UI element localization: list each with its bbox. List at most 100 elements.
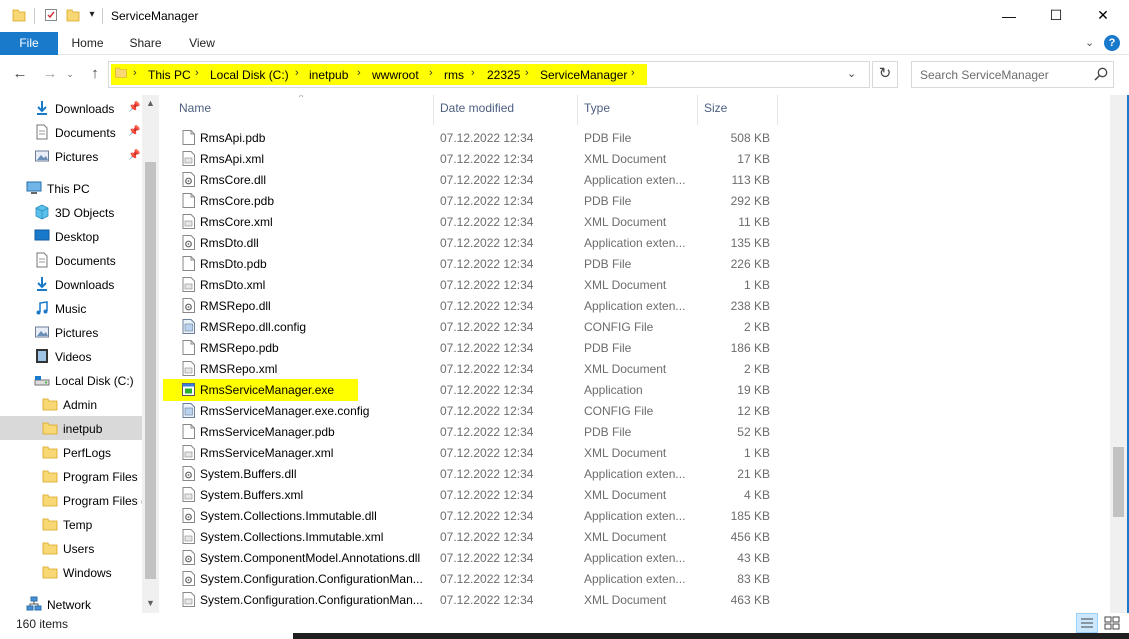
file-name: RmsCore.pdb: [200, 194, 275, 208]
sidebar-item-documents[interactable]: Documents: [34, 248, 142, 272]
customize-toolbar-dropdown-icon[interactable]: ▾: [86, 9, 98, 20]
file-row[interactable]: RMSRepo.dll 07.12.2022 12:34 Application e…: [160, 295, 1110, 316]
address-history-chevron-icon[interactable]: ⌄: [847, 67, 856, 80]
file-row[interactable]: RMSRepo.dll.config 07.12.2022 12:34 CONFIG…: [160, 316, 1110, 337]
sidebar-item-windows[interactable]: Windows: [42, 560, 142, 584]
back-arrow-icon[interactable]: ←: [10, 64, 30, 84]
breadcrumb-separator-icon[interactable]: ›: [195, 67, 199, 79]
column-header-type[interactable]: Type: [584, 101, 610, 125]
breadcrumb-inetpub[interactable]: inetpub: [309, 68, 348, 82]
sidebar-item-desktop[interactable]: Desktop: [34, 224, 142, 248]
sidebar-item-program-files[interactable]: Program Files (: [42, 488, 145, 512]
file-row[interactable]: RmsCore.pdb 07.12.2022 12:34 PDB File 292 K…: [160, 190, 1110, 211]
sidebar-item-perflogs[interactable]: PerfLogs: [42, 440, 142, 464]
file-row[interactable]: RmsServiceManager.exe.config 07.12.2022 1…: [160, 400, 1110, 421]
expand-ribbon-chevron-icon[interactable]: ⌄: [1085, 36, 1094, 49]
sidebar-item-3d-objects[interactable]: 3D Objects: [34, 200, 142, 224]
sidebar-item-this-pc[interactable]: This PC: [26, 176, 142, 200]
scroll-up-icon[interactable]: ▲: [142, 98, 159, 108]
new-folder-icon[interactable]: [66, 8, 80, 22]
breadcrumb-22325[interactable]: 22325: [487, 68, 520, 82]
sidebar-item-temp[interactable]: Temp: [42, 512, 142, 536]
breadcrumb-separator-icon[interactable]: ›: [631, 67, 635, 79]
breadcrumb-wwwroot[interactable]: wwwroot: [372, 68, 419, 82]
column-divider[interactable]: [577, 95, 578, 125]
column-header-name[interactable]: Name: [179, 101, 211, 125]
help-button[interactable]: ?: [1104, 35, 1120, 51]
file-row[interactable]: RmsDto.pdb 07.12.2022 12:34 PDB File 226 KB: [160, 253, 1110, 274]
recent-locations-chevron-icon[interactable]: ⌄: [64, 64, 76, 84]
file-row[interactable]: System.Configuration.ConfigurationMan...…: [160, 568, 1110, 589]
file-row[interactable]: System.Configuration.ConfigurationMan...…: [160, 589, 1110, 610]
search-icon[interactable]: [1093, 66, 1109, 82]
sidebar-item-videos[interactable]: Videos: [34, 344, 142, 368]
breadcrumb-this-pc[interactable]: This PC: [148, 68, 191, 82]
file-row[interactable]: RmsApi.xml 07.12.2022 12:34 XML Document 17…: [160, 148, 1110, 169]
file-row[interactable]: RmsApi.pdb 07.12.2022 12:34 PDB File 508 KB: [160, 127, 1110, 148]
scrollbar-thumb[interactable]: [145, 162, 156, 579]
file-row[interactable]: RmsServiceManager.xml 07.12.2022 12:34 XML…: [160, 442, 1110, 463]
sidebar-item-music[interactable]: Music: [34, 296, 142, 320]
breadcrumb-separator-icon[interactable]: ›: [357, 67, 361, 79]
pin-icon[interactable]: 📌: [128, 150, 140, 161]
sidebar-item-pictures[interactable]: Pictures: [34, 320, 142, 344]
forward-arrow-icon[interactable]: →: [40, 64, 60, 84]
file-row[interactable]: RMSRepo.pdb 07.12.2022 12:34 PDB File 186 K…: [160, 337, 1110, 358]
up-arrow-icon[interactable]: ↑: [85, 64, 105, 84]
tab-view[interactable]: View: [178, 32, 226, 55]
file-row[interactable]: RmsServiceManager.pdb 07.12.2022 12:34 PDB…: [160, 421, 1110, 442]
address-bar[interactable]: › This PC › Local Disk (C:) › inetpub › …: [108, 61, 870, 88]
column-divider[interactable]: [777, 95, 778, 125]
close-button[interactable]: ✕: [1080, 0, 1126, 31]
file-row[interactable]: System.ComponentModel.Annotations.dll 07.…: [160, 547, 1110, 568]
tab-home[interactable]: Home: [60, 32, 115, 55]
maximize-button[interactable]: ☐: [1033, 0, 1079, 31]
tab-file[interactable]: File: [0, 32, 58, 55]
tab-share[interactable]: Share: [118, 32, 173, 55]
search-input[interactable]: Search ServiceManager: [911, 61, 1114, 88]
breadcrumb-separator-icon[interactable]: ›: [295, 67, 299, 79]
sidebar-item-downloads[interactable]: Downloads 📌: [34, 96, 142, 120]
file-row[interactable]: System.Collections.Immutable.xml 07.12.20…: [160, 526, 1110, 547]
sidebar-item-users[interactable]: Users: [42, 536, 142, 560]
sidebar-item-pictures[interactable]: Pictures 📌: [34, 144, 142, 168]
file-row[interactable]: RmsServiceManager.exe 07.12.2022 12:34 App…: [160, 379, 1110, 401]
file-row[interactable]: System.Buffers.dll 07.12.2022 12:34 Applic…: [160, 463, 1110, 484]
details-view-icon[interactable]: [1076, 613, 1098, 633]
pin-icon[interactable]: 📌: [128, 102, 140, 113]
large-icons-view-icon[interactable]: [1101, 613, 1123, 633]
file-row[interactable]: System.Collections.Immutable.dll 07.12.20…: [160, 505, 1110, 526]
breadcrumb-separator-icon[interactable]: ›: [471, 67, 475, 79]
file-row[interactable]: RMSRepo.xml 07.12.2022 12:34 XML Document 2…: [160, 358, 1110, 379]
scroll-down-icon[interactable]: ▼: [142, 598, 159, 608]
file-row[interactable]: RmsDto.xml 07.12.2022 12:34 XML Document 1 …: [160, 274, 1110, 295]
column-divider[interactable]: [697, 95, 698, 125]
breadcrumb-local-disk[interactable]: Local Disk (C:): [210, 68, 289, 82]
refresh-icon[interactable]: ↻: [872, 61, 898, 88]
file-row[interactable]: RmsCore.dll 07.12.2022 12:34 Application e…: [160, 169, 1110, 190]
sidebar-item-admin[interactable]: Admin: [42, 392, 142, 416]
file-list-scrollbar[interactable]: [1110, 95, 1127, 613]
file-row[interactable]: RmsCore.xml 07.12.2022 12:34 XML Document 1…: [160, 211, 1110, 232]
column-header-date[interactable]: Date modified: [440, 101, 514, 125]
column-divider[interactable]: [433, 95, 434, 125]
file-row[interactable]: RmsDto.dll 07.12.2022 12:34 Application ex…: [160, 232, 1110, 253]
breadcrumb-servicemanager[interactable]: ServiceManager: [540, 68, 627, 82]
sidebar-item-network[interactable]: Network: [26, 592, 142, 613]
sidebar-item-program-files[interactable]: Program Files: [42, 464, 142, 488]
pin-icon[interactable]: 📌: [128, 126, 140, 137]
navigation-pane-scrollbar[interactable]: ▲ ▼: [142, 95, 159, 613]
column-header-size[interactable]: Size: [704, 101, 727, 125]
sidebar-item-local-disk-c[interactable]: Local Disk (C:): [34, 368, 142, 392]
sidebar-item-inetpub[interactable]: inetpub: [0, 416, 142, 440]
breadcrumb-separator-icon[interactable]: ›: [133, 67, 137, 79]
minimize-button[interactable]: —: [986, 0, 1032, 31]
sidebar-item-documents[interactable]: Documents 📌: [34, 120, 142, 144]
file-row[interactable]: System.Buffers.xml 07.12.2022 12:34 XML Do…: [160, 484, 1110, 505]
breadcrumb-separator-icon[interactable]: ›: [429, 67, 433, 79]
properties-icon[interactable]: [44, 8, 58, 22]
scrollbar-thumb[interactable]: [1113, 447, 1124, 517]
breadcrumb-rms[interactable]: rms: [444, 68, 464, 82]
breadcrumb-separator-icon[interactable]: ›: [525, 67, 529, 79]
sidebar-item-downloads[interactable]: Downloads: [34, 272, 142, 296]
